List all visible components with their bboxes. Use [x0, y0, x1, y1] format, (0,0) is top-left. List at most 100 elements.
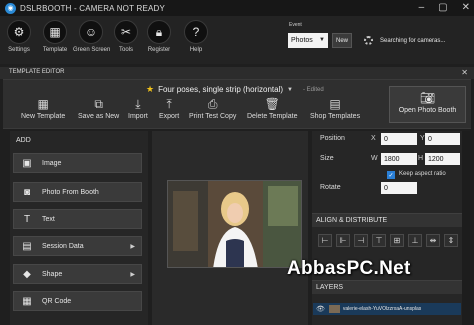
ribbon-label: Export	[159, 113, 180, 120]
loading-spinner-icon	[364, 36, 373, 45]
open-photo-booth-label: Open Photo Booth	[398, 107, 457, 114]
rotate-field[interactable]: 0	[381, 182, 417, 194]
template-photo[interactable]	[167, 180, 302, 268]
x-field[interactable]: 0	[381, 133, 417, 145]
export-button[interactable]: ⤒ Export	[159, 97, 179, 120]
align-bottom-icon[interactable]: ⊥	[408, 234, 422, 247]
size-label: Size	[320, 155, 334, 162]
toolbar-green-screen[interactable]: ☺ Green Screen	[73, 20, 110, 53]
width-field[interactable]: 1800	[381, 153, 417, 165]
delete-template-button[interactable]: 🗑︎ Delete Template	[247, 97, 297, 120]
star-icon[interactable]: ★	[146, 84, 154, 95]
save-as-new-button[interactable]: ⧉ Save as New	[78, 97, 119, 120]
template-editor-header: TEMPLATE EDITOR ✕	[0, 67, 474, 79]
print-test-copy-button[interactable]: ⎙ Print Test Copy	[189, 97, 236, 120]
close-icon[interactable]: ✕	[462, 2, 470, 13]
toolbar-label: Help	[189, 47, 203, 53]
ribbon-label: Shop Templates	[310, 113, 361, 120]
window-controls: – ▢ ✕	[419, 2, 470, 13]
toolbar-register[interactable]: 🔒︎ Register	[141, 20, 177, 53]
text-icon: T	[23, 213, 31, 225]
upload-icon: ⤒	[166, 97, 172, 111]
event-value: Photos	[291, 37, 313, 44]
help-icon: ?	[184, 20, 208, 44]
new-template-button[interactable]: ▦ New Template	[21, 97, 65, 120]
keep-aspect-checkbox[interactable]: ✓	[387, 171, 395, 179]
y-label: Y	[420, 135, 425, 142]
toolbar-label: Template	[42, 47, 68, 53]
x-label: X	[371, 135, 376, 142]
add-item-label: Session Data	[42, 242, 84, 250]
layers-header: LAYERS	[312, 280, 462, 294]
eye-icon[interactable]: 👁︎	[316, 305, 325, 313]
distribute-horizontal-icon[interactable]: ⇹	[426, 234, 440, 247]
align-center-icon[interactable]: ⊩	[336, 234, 350, 247]
toolbar-template[interactable]: ▦ Template	[37, 20, 73, 53]
trash-icon: 🗑︎	[264, 97, 280, 111]
title-bar: ◉ DSLRBOOTH - CAMERA NOT READY – ▢ ✕	[0, 0, 474, 16]
align-left-icon[interactable]: ⊢	[318, 234, 332, 247]
maximize-icon[interactable]: ▢	[438, 2, 447, 13]
template-name-selector[interactable]: ★ Four poses, single strip (horizontal) …	[146, 84, 324, 95]
image-icon: ▣	[22, 157, 32, 169]
add-qr-code-button[interactable]: ▦ QR Code	[13, 291, 142, 311]
camera-status: Searching for cameras...	[380, 38, 446, 44]
minimize-icon[interactable]: –	[419, 2, 425, 13]
height-field[interactable]: 1200	[425, 153, 460, 165]
add-photo-from-booth-button[interactable]: ◙ Photo From Booth	[13, 182, 142, 202]
toolbar-label: Settings	[8, 47, 30, 53]
add-shape-button[interactable]: ◆ Shape ▶	[13, 264, 142, 284]
lock-icon: 🔒︎	[147, 20, 171, 44]
position-label: Position	[320, 135, 345, 142]
shape-icon: ◆	[23, 268, 31, 280]
tools-icon: ✂	[114, 20, 138, 44]
import-button[interactable]: ⤓ Import	[128, 97, 148, 120]
new-event-button[interactable]: New	[332, 33, 352, 48]
shop-templates-button[interactable]: ▤ Shop Templates	[310, 97, 360, 120]
h-label: H	[418, 155, 424, 162]
layer-item[interactable]: 👁︎ valerie-elash-YuVOlzzrxaA-unsplas	[313, 303, 461, 315]
align-top-icon[interactable]: ⊤	[372, 234, 386, 247]
chevron-right-icon: ▶	[130, 271, 135, 278]
add-item-label: Shape	[42, 270, 63, 278]
session-data-icon: ▤	[22, 240, 32, 252]
toolbar-label: Register	[147, 47, 171, 53]
download-icon: ⤓	[135, 97, 141, 111]
printer-icon: ⎙	[207, 97, 218, 111]
add-panel-title: ADD	[16, 137, 31, 144]
close-icon[interactable]: ✕	[461, 68, 468, 77]
add-session-data-button[interactable]: ▤ Session Data ▶	[13, 236, 142, 256]
distribute-vertical-icon[interactable]: ⇕	[444, 234, 458, 247]
add-image-button[interactable]: ▣ Image	[13, 153, 142, 173]
edited-indicator: - Edited	[302, 86, 324, 93]
toolbar-settings[interactable]: ⚙ Settings	[1, 20, 37, 53]
ribbon-label: Print Test Copy	[189, 113, 237, 120]
keep-aspect-label: Keep aspect ratio	[399, 171, 446, 177]
rotate-label: Rotate	[320, 184, 341, 191]
ribbon-label: Import	[128, 113, 148, 120]
align-middle-icon[interactable]: ⊞	[390, 234, 404, 247]
copy-icon: ⧉	[94, 97, 103, 111]
toolbar-tools[interactable]: ✂ Tools	[108, 20, 144, 53]
open-photo-booth-button[interactable]: 📷︎ Open Photo Booth	[389, 86, 466, 123]
event-label: Event	[289, 22, 302, 28]
event-select[interactable]: Photos ▼	[288, 33, 328, 48]
watermark-text: AbbasPC.Net	[287, 258, 411, 279]
toolbar-help[interactable]: ? Help	[178, 20, 214, 53]
properties-scrollbar[interactable]	[462, 131, 470, 325]
chevron-right-icon: ▶	[130, 243, 135, 250]
ribbon-label: Save as New	[78, 113, 120, 120]
w-label: W	[371, 155, 378, 162]
window-title: DSLRBOOTH - CAMERA NOT READY	[20, 3, 166, 13]
camera-icon: ◙	[23, 186, 31, 198]
align-right-icon[interactable]: ⊣	[354, 234, 368, 247]
add-text-button[interactable]: T Text	[13, 209, 142, 229]
add-item-label: Photo From Booth	[42, 188, 99, 196]
y-field[interactable]: 0	[425, 133, 460, 145]
qr-code-icon: ▦	[22, 295, 32, 307]
gear-icon: ⚙	[7, 20, 31, 44]
template-name: Four poses, single strip (horizontal)	[158, 85, 284, 94]
app-logo-icon: ◉	[5, 2, 16, 14]
ribbon-label: Delete Template	[247, 113, 298, 120]
chevron-down-icon: ▼	[287, 86, 293, 93]
